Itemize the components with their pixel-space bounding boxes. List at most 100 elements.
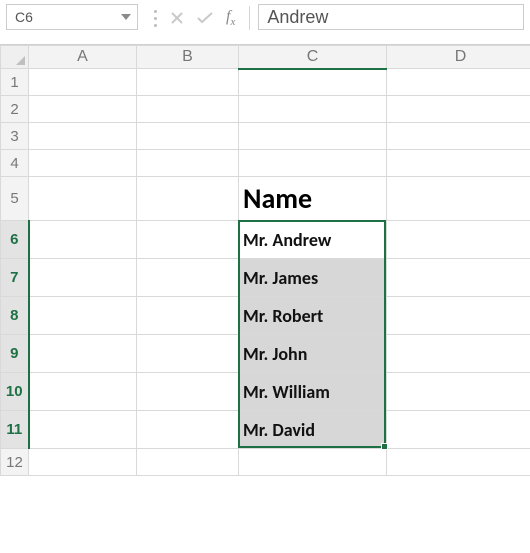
cell-D9[interactable]: [387, 335, 530, 373]
formula-bar: C6 fx Andrew: [0, 0, 530, 32]
grid[interactable]: A B C D 1 2 3 4: [0, 45, 530, 476]
row-header-8[interactable]: 8: [1, 297, 29, 335]
row-2: 2: [1, 96, 530, 123]
select-all-corner[interactable]: [1, 46, 29, 69]
cell-C4[interactable]: [239, 150, 387, 177]
cell-B11[interactable]: [137, 411, 239, 449]
formula-input-value: Andrew: [267, 7, 328, 28]
cell-C8[interactable]: Mr. Robert: [239, 297, 387, 335]
cell-D10[interactable]: [387, 373, 530, 411]
cell-D5[interactable]: [387, 177, 530, 221]
cell-D3[interactable]: [387, 123, 530, 150]
cell-C10[interactable]: Mr. William: [239, 373, 387, 411]
row-3: 3: [1, 123, 530, 150]
cell-D12[interactable]: [387, 449, 530, 476]
row-header-3[interactable]: 3: [1, 123, 29, 150]
cell-A3[interactable]: [29, 123, 137, 150]
cell-B4[interactable]: [137, 150, 239, 177]
name-box[interactable]: C6: [6, 4, 138, 30]
cell-A5[interactable]: [29, 177, 137, 221]
row-4: 4: [1, 150, 530, 177]
cell-D7[interactable]: [387, 259, 530, 297]
cell-C5[interactable]: Name: [239, 177, 387, 221]
row-header-4[interactable]: 4: [1, 150, 29, 177]
cell-C1[interactable]: [239, 69, 387, 96]
formula-controls: fx: [146, 4, 241, 32]
column-header-D[interactable]: D: [387, 46, 530, 69]
cell-C12[interactable]: [239, 449, 387, 476]
cell-value: Mr. William: [239, 373, 386, 410]
row-header-10[interactable]: 10: [1, 373, 29, 411]
cell-B2[interactable]: [137, 96, 239, 123]
cell-B1[interactable]: [137, 69, 239, 96]
row-label: 7: [10, 269, 18, 286]
cell-A10[interactable]: [29, 373, 137, 411]
drag-handle-icon[interactable]: [152, 9, 158, 27]
row-10: 10 Mr. William: [1, 373, 530, 411]
cell-A8[interactable]: [29, 297, 137, 335]
row-label: 9: [10, 345, 18, 362]
cell-value: Mr. Robert: [239, 297, 386, 334]
cell-D4[interactable]: [387, 150, 530, 177]
cell-C7[interactable]: Mr. James: [239, 259, 387, 297]
cell-D2[interactable]: [387, 96, 530, 123]
cell-A9[interactable]: [29, 335, 137, 373]
row-header-7[interactable]: 7: [1, 259, 29, 297]
cell-C6[interactable]: Mr. Andrew: [239, 221, 387, 259]
cell-C11[interactable]: Mr. David: [239, 411, 387, 449]
cancel-icon[interactable]: [170, 11, 184, 25]
row-header-1[interactable]: 1: [1, 69, 29, 96]
row-9: 9 Mr. John: [1, 335, 530, 373]
row-header-11[interactable]: 11: [1, 411, 29, 449]
row-1: 1: [1, 69, 530, 96]
row-label: 1: [10, 74, 18, 91]
cell-A12[interactable]: [29, 449, 137, 476]
formula-input[interactable]: Andrew: [258, 4, 524, 30]
cell-D6[interactable]: [387, 221, 530, 259]
cell-D1[interactable]: [387, 69, 530, 96]
cell-D8[interactable]: [387, 297, 530, 335]
row-header-6[interactable]: 6: [1, 221, 29, 259]
cell-B3[interactable]: [137, 123, 239, 150]
cell-A11[interactable]: [29, 411, 137, 449]
cell-B5[interactable]: [137, 177, 239, 221]
row-label: 11: [6, 421, 22, 438]
cell-C9[interactable]: Mr. John: [239, 335, 387, 373]
row-label: 2: [10, 101, 18, 118]
cell-A1[interactable]: [29, 69, 137, 96]
worksheet: A B C D 1 2 3 4: [0, 45, 530, 476]
row-7: 7 Mr. James: [1, 259, 530, 297]
row-12: 12: [1, 449, 530, 476]
confirm-icon[interactable]: [196, 11, 214, 25]
cell-B7[interactable]: [137, 259, 239, 297]
row-header-9[interactable]: 9: [1, 335, 29, 373]
cell-B8[interactable]: [137, 297, 239, 335]
cell-A6[interactable]: [29, 221, 137, 259]
column-header-A[interactable]: A: [29, 46, 137, 69]
cell-B12[interactable]: [137, 449, 239, 476]
row-11: 11 Mr. David: [1, 411, 530, 449]
select-all-icon: [16, 56, 25, 65]
row-label: 3: [10, 128, 18, 145]
row-label: 10: [6, 383, 23, 400]
cell-C3[interactable]: [239, 123, 387, 150]
cell-A7[interactable]: [29, 259, 137, 297]
row-header-5[interactable]: 5: [1, 177, 29, 221]
cell-A2[interactable]: [29, 96, 137, 123]
chevron-down-icon[interactable]: [121, 14, 131, 20]
row-header-12[interactable]: 12: [1, 449, 29, 476]
cell-C2[interactable]: [239, 96, 387, 123]
cell-B9[interactable]: [137, 335, 239, 373]
column-header-B[interactable]: B: [137, 46, 239, 69]
cell-value: Mr. James: [239, 259, 386, 296]
column-header-C[interactable]: C: [239, 46, 387, 69]
row-header-2[interactable]: 2: [1, 96, 29, 123]
cell-A4[interactable]: [29, 150, 137, 177]
separator: [249, 6, 250, 30]
fx-icon[interactable]: fx: [226, 8, 235, 28]
cell-D11[interactable]: [387, 411, 530, 449]
cell-B10[interactable]: [137, 373, 239, 411]
column-label: D: [455, 48, 467, 65]
cell-B6[interactable]: [137, 221, 239, 259]
row-label: 6: [10, 231, 18, 248]
